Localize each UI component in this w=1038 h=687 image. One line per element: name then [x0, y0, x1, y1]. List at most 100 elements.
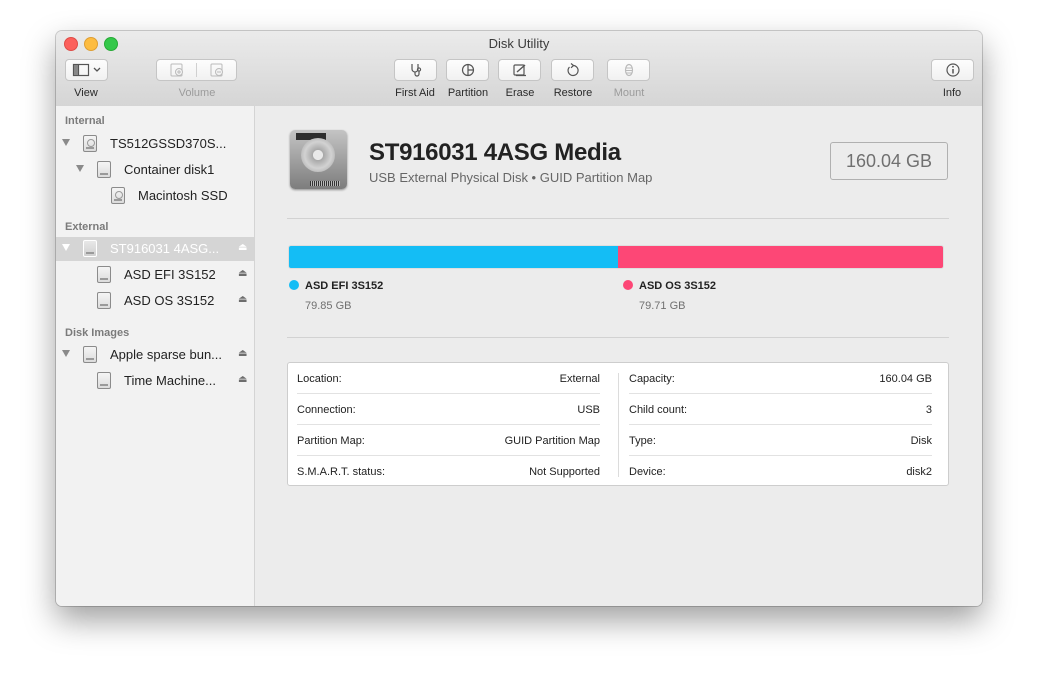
sidebar-section-header-disk-images: Disk Images	[65, 327, 130, 339]
view-label: View	[74, 87, 98, 99]
disclosure-triangle-icon[interactable]	[62, 350, 70, 357]
volume-icon	[97, 292, 111, 309]
divider	[287, 218, 949, 219]
info-value: 160.04 GB	[879, 373, 932, 385]
sidebar-item-asd-efi[interactable]: ASD EFI 3S152 ⏏	[56, 263, 254, 287]
add-volume-button[interactable]	[169, 63, 185, 77]
container-icon	[97, 161, 111, 178]
volume-icon	[97, 372, 111, 389]
sidebar-item-asd-os[interactable]: ASD OS 3S152 ⏏	[56, 289, 254, 313]
info-button[interactable]	[931, 59, 974, 81]
eject-icon[interactable]: ⏏	[238, 269, 247, 279]
disk-utility-window: Disk Utility View Volume First Aid Parti…	[56, 31, 982, 606]
divider	[287, 337, 949, 338]
info-value: External	[559, 373, 600, 385]
info-row: Device: disk2	[620, 456, 941, 487]
disk-subtitle: USB External Physical Disk • GUID Partit…	[369, 170, 653, 185]
volume-icon	[111, 187, 125, 204]
sidebar-item-external-drive[interactable]: ST916031 4ASG... ⏏	[56, 237, 254, 261]
disclosure-triangle-icon[interactable]	[76, 165, 84, 172]
hard-drive-icon	[290, 130, 347, 189]
partition-size: 79.71 GB	[639, 300, 686, 312]
mount-button[interactable]	[607, 59, 650, 81]
info-value: GUID Partition Map	[504, 435, 600, 447]
sidebar-item-container-disk1[interactable]: Container disk1	[56, 158, 254, 182]
info-column-right: Capacity: 160.04 GB Child count: 3 Type:…	[620, 363, 941, 487]
remove-volume-icon	[210, 63, 223, 77]
info-row: S.M.A.R.T. status: Not Supported	[288, 456, 609, 487]
external-drive-icon	[83, 240, 97, 257]
sidebar-item-sparse-bundle[interactable]: Apple sparse bun... ⏏	[56, 343, 254, 367]
info-value: Not Supported	[529, 466, 600, 478]
info-row: Capacity: 160.04 GB	[620, 363, 941, 394]
capacity-badge: 160.04 GB	[830, 142, 948, 180]
info-value: Disk	[910, 435, 932, 447]
column-divider	[618, 373, 619, 477]
eject-icon[interactable]: ⏏	[238, 375, 247, 385]
window-title: Disk Utility	[488, 36, 550, 51]
sidebar-item-label: Container disk1	[124, 162, 215, 177]
info-value: disk2	[906, 466, 932, 478]
erase-disk-icon	[512, 64, 526, 77]
segment-divider	[196, 63, 197, 77]
stethoscope-icon	[410, 64, 421, 77]
sidebar-item-label: Time Machine...	[124, 373, 216, 388]
info-key: Device:	[629, 466, 666, 478]
disk-detail-pane: ST916031 4ASG Media USB External Physica…	[255, 106, 982, 606]
partition-button[interactable]	[446, 59, 489, 81]
sidebar-item-label: ASD EFI 3S152	[124, 267, 216, 282]
internal-drive-icon	[83, 135, 97, 152]
sidebar-section-header-internal: Internal	[65, 115, 105, 127]
partition-segment-os	[617, 246, 943, 268]
volume-segmented-control[interactable]	[156, 59, 237, 81]
erase-button[interactable]	[498, 59, 541, 81]
partition-usage-bar	[288, 245, 944, 269]
info-key: Capacity:	[629, 373, 675, 385]
partition-name: ASD OS 3S152	[639, 280, 717, 292]
sidebar-item-time-machine[interactable]: Time Machine... ⏏	[56, 369, 254, 393]
volume-icon	[97, 266, 111, 283]
disclosure-triangle-icon[interactable]	[62, 244, 70, 251]
disclosure-triangle-icon[interactable]	[62, 139, 70, 146]
toolbar: Disk Utility View Volume First Aid Parti…	[56, 31, 982, 107]
partition-size: 79.85 GB	[305, 300, 352, 312]
mount-icon	[624, 63, 633, 77]
info-row: Child count: 3	[620, 394, 941, 425]
first-aid-button[interactable]	[394, 59, 437, 81]
partition-color-dot	[289, 280, 299, 290]
info-value: USB	[577, 404, 600, 416]
eject-icon[interactable]: ⏏	[238, 243, 247, 253]
partition-name: ASD EFI 3S152	[305, 280, 384, 292]
sidebar-item-internal-drive[interactable]: TS512GSSD370S...	[56, 132, 254, 156]
add-volume-icon	[170, 63, 183, 77]
sidebar-item-label: ASD OS 3S152	[124, 293, 215, 308]
sidebar-section-header-external: External	[65, 221, 109, 233]
info-row: Type: Disk	[620, 425, 941, 456]
restore-arrow-icon	[566, 63, 579, 77]
info-key: Location:	[297, 373, 342, 385]
partition-segment-efi	[289, 246, 618, 268]
info-row: Connection: USB	[288, 394, 609, 425]
info-key: Partition Map:	[297, 435, 365, 447]
info-row: Location: External	[288, 363, 609, 394]
disk-title: ST916031 4ASG Media	[369, 139, 621, 166]
info-key: Child count:	[629, 404, 688, 416]
info-label: Info	[942, 87, 962, 99]
sidebar-item-label: Apple sparse bun...	[110, 347, 223, 362]
info-column-left: Location: External Connection: USB Parti…	[288, 363, 609, 487]
info-key: Connection:	[297, 404, 356, 416]
disk-info-table: Location: External Connection: USB Parti…	[287, 362, 949, 486]
restore-button[interactable]	[551, 59, 594, 81]
eject-icon[interactable]: ⏏	[238, 295, 247, 305]
disk-image-icon	[83, 346, 97, 363]
view-button[interactable]	[65, 59, 108, 81]
mount-label: Mount	[613, 87, 645, 99]
sidebar-item-macintosh-ssd[interactable]: Macintosh SSD	[56, 184, 254, 208]
eject-icon[interactable]: ⏏	[238, 349, 247, 359]
volume-label: Volume	[178, 87, 216, 99]
sidebar-item-label: TS512GSSD370S...	[110, 136, 227, 151]
info-key: S.M.A.R.T. status:	[297, 466, 386, 478]
remove-volume-button[interactable]	[209, 63, 225, 77]
partition-color-dot	[623, 280, 633, 290]
info-icon	[945, 63, 960, 77]
